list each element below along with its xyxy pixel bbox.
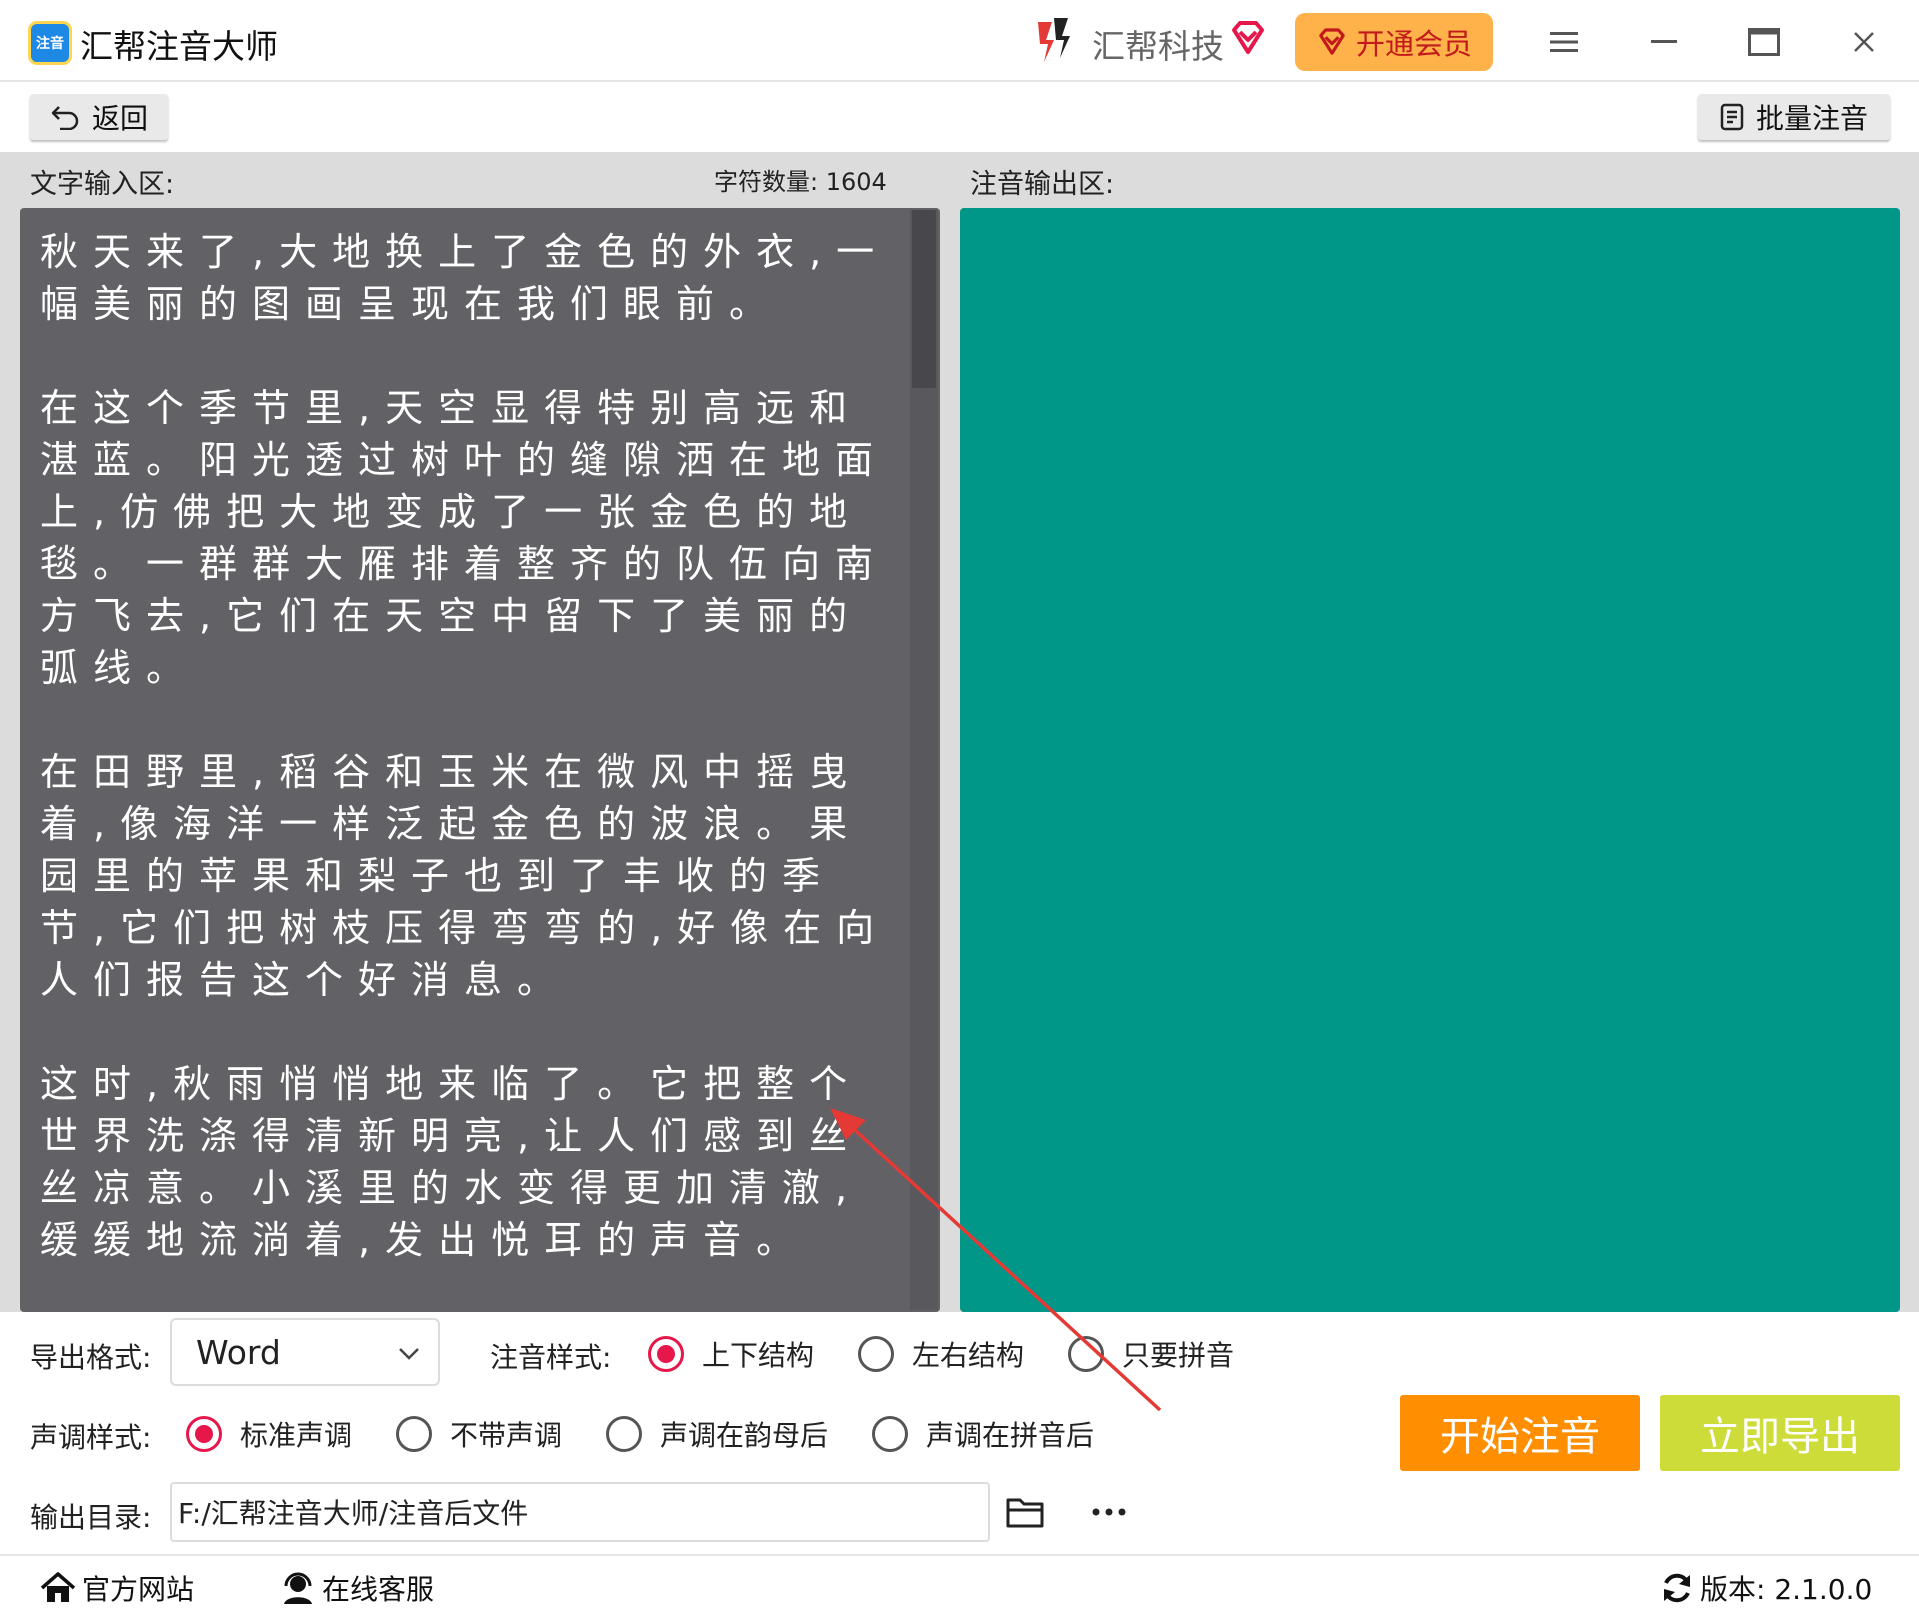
minimize-button[interactable] (1636, 14, 1692, 70)
char-count: 字符数量: 1604 (714, 168, 887, 196)
output-area-label: 注音输出区: (970, 169, 1115, 200)
tone-style-label: 声调样式: (30, 1421, 152, 1454)
document-icon (1720, 103, 1744, 131)
menu-button[interactable] (1536, 14, 1592, 70)
toolbar (0, 82, 1919, 152)
more-dots-icon (1092, 1508, 1126, 1516)
radio-label: 上下结构 (702, 1339, 815, 1372)
back-button-label: 返回 (91, 102, 148, 135)
output-dir-label: 输出目录: (30, 1501, 152, 1534)
batch-button-label: 批量注音 (1755, 102, 1868, 135)
start-annotation-button[interactable]: 开始注音 (1400, 1395, 1640, 1471)
radio-vertical-structure[interactable]: 上下结构 (648, 1334, 814, 1374)
radio-dot[interactable] (1068, 1336, 1104, 1372)
close-icon (1854, 32, 1874, 52)
radio-dot[interactable] (648, 1336, 684, 1372)
radio-label: 声调在拼音后 (926, 1419, 1095, 1452)
home-icon (40, 1572, 76, 1602)
format-select[interactable]: Word (170, 1318, 440, 1386)
close-button[interactable] (1836, 14, 1892, 70)
text-input-area[interactable]: 秋天来了,大地换上了金色的外衣,一幅美丽的图画呈现在我们眼前。 在这个季节里,天… (20, 208, 940, 1312)
radio-dot[interactable] (858, 1336, 894, 1372)
input-textarea[interactable]: 秋天来了,大地换上了金色的外衣,一幅美丽的图画呈现在我们眼前。 在这个季节里,天… (40, 226, 895, 1266)
radio-dot[interactable] (186, 1416, 222, 1452)
open-folder-more-button[interactable] (1084, 1490, 1134, 1534)
refresh-icon (1664, 1573, 1690, 1603)
folder-icon (1006, 1498, 1044, 1528)
browse-folder-button[interactable] (1004, 1490, 1048, 1534)
radio-tone-after-pinyin[interactable]: 声调在拼音后 (872, 1414, 1094, 1454)
chevron-down-icon (399, 1348, 419, 1360)
back-button[interactable]: 返回 (30, 94, 168, 140)
annotation-style-label: 注音样式: (490, 1341, 612, 1374)
radio-pinyin-only[interactable]: 只要拼音 (1068, 1334, 1234, 1374)
export-now-button[interactable]: 立即导出 (1660, 1395, 1900, 1471)
version-info[interactable]: 版本: 2.1.0.0 (1660, 1568, 1872, 1608)
radio-label: 只要拼音 (1122, 1339, 1235, 1372)
annotation-output-area[interactable] (960, 208, 1900, 1312)
radio-label: 左右结构 (912, 1339, 1025, 1372)
radio-label: 不带声调 (450, 1419, 563, 1452)
back-arrow-icon (51, 106, 79, 130)
online-service-link[interactable]: 在线客服 (280, 1568, 434, 1608)
input-area-label: 文字输入区: (30, 169, 175, 200)
format-select-value: Word (196, 1332, 281, 1372)
input-scrollbar-thumb[interactable] (912, 210, 936, 388)
radio-horizontal-structure[interactable]: 左右结构 (858, 1334, 1024, 1374)
radio-standard-tone[interactable]: 标准声调 (186, 1414, 352, 1454)
title-bar (0, 0, 1919, 82)
radio-label: 声调在韵母后 (660, 1419, 829, 1452)
radio-dot[interactable] (606, 1416, 642, 1452)
radio-tone-after-final[interactable]: 声调在韵母后 (606, 1414, 828, 1454)
radio-label: 标准声调 (240, 1419, 353, 1452)
online-service-label: 在线客服 (322, 1573, 435, 1606)
radio-dot[interactable] (872, 1416, 908, 1452)
version-label: 版本: 2.1.0.0 (1700, 1573, 1873, 1606)
radio-no-tone[interactable]: 不带声调 (396, 1414, 562, 1454)
vip-button-label: 开通会员 (1355, 27, 1472, 61)
minimize-icon (1651, 40, 1677, 43)
batch-annotate-button[interactable]: 批量注音 (1698, 94, 1890, 140)
output-dir-input[interactable] (170, 1482, 990, 1542)
format-label: 导出格式: (30, 1341, 152, 1374)
brand-logo-icon (1038, 18, 1070, 62)
hamburger-menu-icon (1550, 32, 1578, 52)
open-vip-button[interactable]: 开通会员 (1295, 13, 1493, 71)
app-title: 汇帮注音大师 (80, 27, 278, 66)
official-website-link[interactable]: 官方网站 (40, 1568, 194, 1608)
customer-service-icon (284, 1572, 312, 1604)
brand-name: 汇帮科技 (1092, 27, 1224, 66)
maximize-button[interactable] (1736, 14, 1792, 70)
diamond-icon (1232, 21, 1264, 54)
app-logo: 注音 (28, 21, 72, 65)
maximize-icon (1748, 28, 1780, 56)
radio-dot[interactable] (396, 1416, 432, 1452)
official-website-label: 官方网站 (82, 1573, 195, 1606)
diamond-icon (1319, 28, 1345, 55)
